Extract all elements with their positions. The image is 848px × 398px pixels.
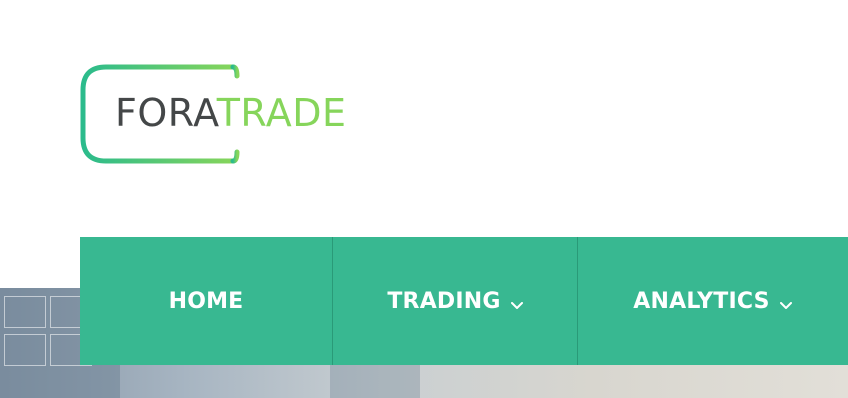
site-logo[interactable]: FORATRADE bbox=[80, 62, 370, 166]
nav-item-trading[interactable]: TRADING bbox=[333, 237, 578, 365]
logo-wordmark: FORATRADE bbox=[115, 90, 347, 136]
nav-label-home: HOME bbox=[168, 288, 244, 314]
nav-item-home[interactable]: HOME bbox=[80, 237, 333, 365]
building-window bbox=[4, 296, 46, 328]
main-navigation: HOME TRADING ANALYTICS bbox=[80, 237, 848, 365]
chevron-down-icon bbox=[779, 291, 792, 316]
chevron-down-icon bbox=[510, 291, 523, 316]
nav-label-analytics: ANALYTICS bbox=[633, 288, 770, 314]
nav-item-analytics[interactable]: ANALYTICS bbox=[578, 237, 847, 365]
building-window bbox=[4, 334, 46, 366]
logo-text-trade: TRADE bbox=[216, 91, 347, 135]
nav-label-trading: TRADING bbox=[387, 288, 501, 314]
logo-text-fora: FORA bbox=[115, 91, 217, 135]
